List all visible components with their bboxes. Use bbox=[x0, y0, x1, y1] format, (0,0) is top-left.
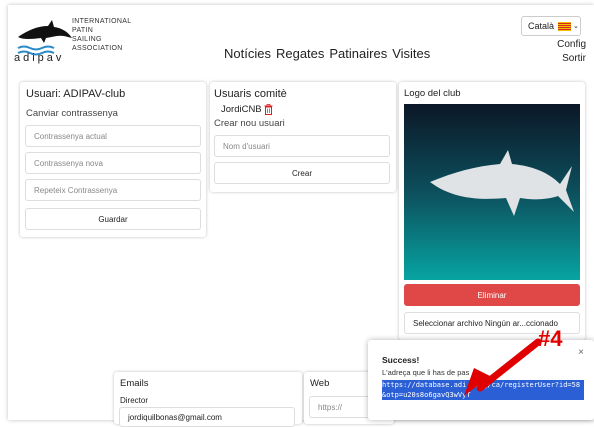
director-email-field[interactable]: jordiquilbonas@gmail.com bbox=[119, 407, 295, 427]
config-link[interactable]: Config bbox=[557, 38, 586, 52]
logout-link[interactable]: Sortir bbox=[557, 52, 586, 66]
web-title: Web bbox=[310, 378, 330, 389]
committee-title: Usuaris comitè bbox=[214, 88, 287, 100]
committee-user-row: JordiCNB bbox=[221, 104, 273, 115]
language-label: Català bbox=[528, 21, 555, 31]
nav-visites[interactable]: Visites bbox=[392, 46, 430, 61]
emails-title: Emails bbox=[120, 378, 149, 389]
club-logo-image bbox=[404, 104, 580, 280]
nav-regates[interactable]: Regates bbox=[276, 46, 324, 61]
org-line: SAILING bbox=[72, 36, 102, 43]
change-password-title: Canviar contrassenya bbox=[26, 108, 118, 119]
trash-icon[interactable] bbox=[264, 104, 273, 115]
org-name: INTERNATIONAL PATIN SAILING ASSOCIATION bbox=[72, 17, 131, 53]
committee-card: Usuaris comitè JordiCNB Crear nou usuari… bbox=[210, 82, 396, 192]
create-button[interactable]: Crear bbox=[214, 162, 390, 184]
delete-logo-button[interactable]: Eliminar bbox=[404, 284, 580, 306]
logo-card: Logo del club Eliminar Seleccionar archi… bbox=[399, 82, 585, 340]
language-select[interactable]: Català ⌄ bbox=[521, 16, 581, 36]
username-field[interactable]: Nom d'usuari bbox=[214, 135, 390, 157]
emails-card: Emails Director jordiquilbonas@gmail.com bbox=[114, 372, 302, 427]
nav-noticies[interactable]: Notícies bbox=[224, 46, 271, 61]
brand-text: adipav bbox=[14, 52, 65, 64]
user-card: Usuari: ADIPAV-club Canviar contrassenya… bbox=[20, 82, 206, 237]
annotation-label: #4 bbox=[538, 326, 563, 351]
org-line: ASSOCIATION bbox=[72, 45, 123, 52]
repeat-password-field[interactable]: Repeteix Contrassenya bbox=[25, 179, 201, 201]
new-password-field[interactable]: Contrassenya nova bbox=[25, 152, 201, 174]
create-user-title: Crear nou usuari bbox=[214, 118, 285, 129]
main-nav: Notícies Regates Patinaires Visites bbox=[224, 46, 430, 61]
current-password-field[interactable]: Contrassenya actual bbox=[25, 125, 201, 147]
chevron-down-icon: ⌄ bbox=[573, 23, 579, 30]
toast-message: L'adreça que li has de pas bbox=[382, 368, 470, 377]
committee-user-name: JordiCNB bbox=[221, 104, 262, 115]
org-line: PATIN bbox=[72, 27, 94, 34]
director-label: Director bbox=[120, 396, 149, 405]
save-button[interactable]: Guardar bbox=[25, 208, 201, 230]
right-nav: Config Sortir bbox=[557, 38, 586, 66]
nav-patinaires[interactable]: Patinaires bbox=[329, 46, 387, 61]
toast-title: Success! bbox=[382, 355, 420, 365]
catalan-flag-icon bbox=[558, 21, 572, 31]
user-title: Usuari: ADIPAV-club bbox=[26, 88, 126, 100]
logo-title: Logo del club bbox=[404, 88, 461, 99]
org-line: INTERNATIONAL bbox=[72, 18, 132, 25]
